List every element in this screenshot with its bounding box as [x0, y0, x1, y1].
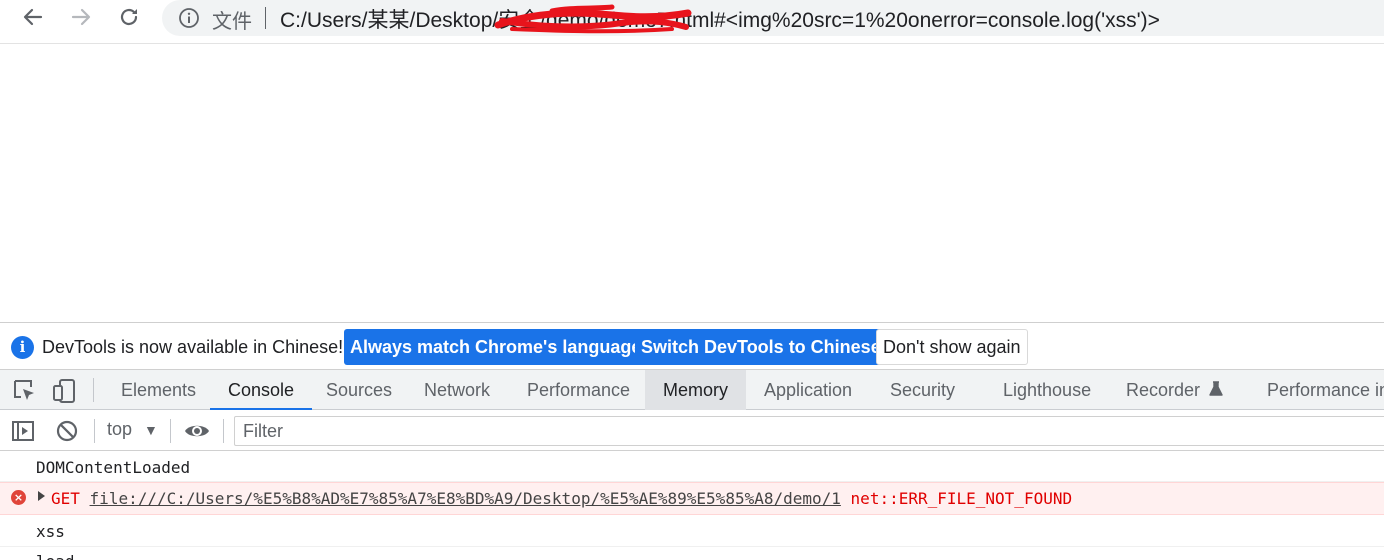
context-selector[interactable]: top [107, 419, 132, 440]
show-sidebar-icon[interactable] [11, 419, 35, 443]
always-match-language-button[interactable]: Always match Chrome's language [344, 329, 648, 365]
log-text: DOMContentLoaded [36, 458, 191, 477]
error-url-link[interactable]: file:///C:/Users/%E5%B8%AD%E7%85%A7%E8%B… [90, 489, 841, 508]
forward-button[interactable] [66, 2, 96, 32]
clear-console-icon[interactable] [55, 419, 79, 443]
switch-to-chinese-button[interactable]: Switch DevTools to Chinese [635, 329, 887, 365]
device-toolbar-icon[interactable] [52, 378, 78, 404]
omnibox-divider [265, 7, 266, 29]
console-toolbar-divider [223, 419, 224, 443]
tab-recorder[interactable]: Recorder [1124, 370, 1225, 410]
error-line: GET file:///C:/Users/%E5%B8%AD%E7%85%A7%… [51, 489, 1072, 508]
address-bar[interactable]: 文件 C:/Users/某某/Desktop/安全/demo/demo7.htm… [162, 0, 1384, 36]
browser-toolbar: 文件 C:/Users/某某/Desktop/安全/demo/demo7.htm… [0, 0, 1384, 44]
error-method: GET [51, 489, 80, 508]
expand-triangle-icon[interactable] [38, 491, 45, 501]
log-text: load [36, 552, 75, 560]
console-message-log: xss [0, 515, 1384, 547]
arrow-right-icon [71, 8, 91, 26]
reload-icon [120, 8, 138, 26]
page-content [0, 45, 1384, 322]
arrow-left-icon [23, 8, 43, 26]
scheme-label: 文件 [212, 11, 252, 33]
console-output: DOMContentLoaded × GET file:///C:/Users/… [0, 451, 1384, 560]
log-text: xss [36, 522, 65, 541]
tab-recorder-label: Recorder [1126, 380, 1201, 400]
tab-performance-insights[interactable]: Performance insights [1265, 370, 1384, 410]
tab-memory[interactable]: Memory [645, 370, 747, 410]
error-icon: × [11, 490, 26, 505]
reload-button[interactable] [114, 2, 144, 32]
site-info-icon[interactable] [178, 7, 200, 29]
infobar-message: DevTools is now available in Chinese! [42, 337, 344, 357]
tab-security[interactable]: Security [888, 370, 957, 410]
url-text[interactable]: C:/Users/某某/Desktop/安全/demo/demo7.html#<… [280, 4, 1160, 34]
console-message-log: load [0, 547, 1384, 560]
filter-field[interactable] [234, 416, 1384, 446]
devtools-tabbar: Elements Console Sources Network Perform… [0, 370, 1384, 410]
tab-console[interactable]: Console [209, 370, 313, 410]
live-expression-eye-icon[interactable] [184, 419, 210, 443]
redaction-scribble [494, 4, 692, 34]
devtools-language-infobar: i DevTools is now available in Chinese! … [0, 322, 1384, 370]
tab-lighthouse[interactable]: Lighthouse [1001, 370, 1093, 410]
tab-sources[interactable]: Sources [324, 370, 394, 410]
inspect-element-icon[interactable] [12, 378, 38, 404]
tab-elements[interactable]: Elements [119, 370, 198, 410]
info-icon: i [11, 336, 34, 359]
console-toolbar-divider [94, 419, 95, 443]
tab-application[interactable]: Application [762, 370, 854, 410]
dont-show-again-button[interactable]: Don't show again [876, 329, 1028, 365]
context-dropdown-icon[interactable]: ▼ [144, 422, 158, 438]
console-message-error: × GET file:///C:/Users/%E5%B8%AD%E7%85%A… [0, 482, 1384, 515]
console-toolbar-divider [170, 419, 171, 443]
console-toolbar: top ▼ [0, 410, 1384, 451]
tab-network[interactable]: Network [422, 370, 492, 410]
tabbar-divider [93, 378, 94, 402]
filter-input[interactable] [235, 417, 1384, 445]
experiment-flask-icon [1209, 381, 1223, 396]
back-button[interactable] [18, 2, 48, 32]
error-status: net::ERR_FILE_NOT_FOUND [850, 489, 1073, 508]
console-message-log: DOMContentLoaded [0, 451, 1384, 482]
tab-performance[interactable]: Performance [525, 370, 632, 410]
